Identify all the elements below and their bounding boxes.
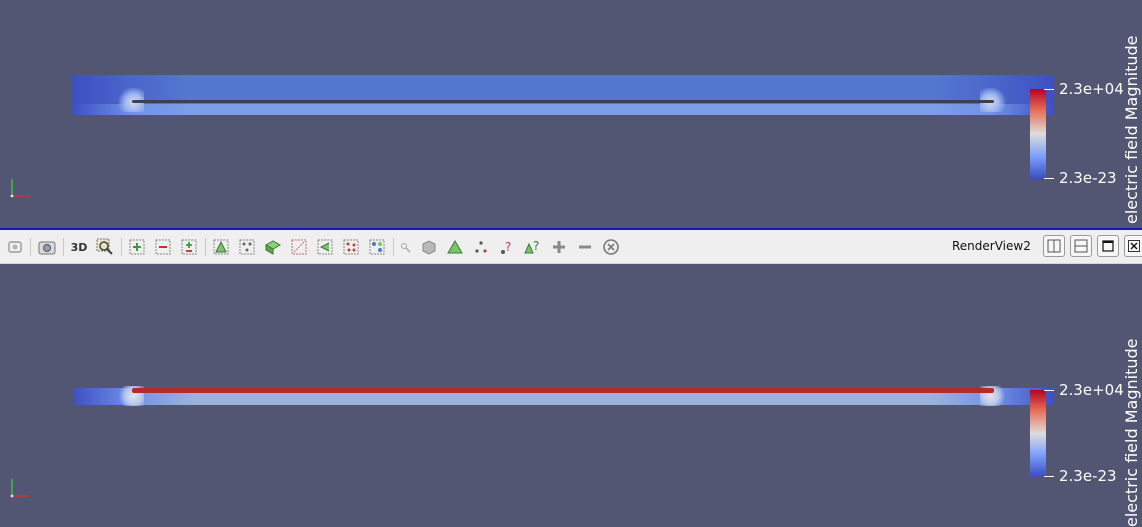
colorbar-title: electric field Magnitude: [1122, 338, 1141, 527]
screenshot-icon[interactable]: [37, 237, 57, 257]
close-icon[interactable]: [1124, 235, 1142, 257]
colorbar-min-label: 2.3e-23: [1059, 169, 1117, 187]
render-view-1[interactable]: 2.3e+04 2.3e-23 electric field Magnitude: [0, 0, 1142, 228]
toolbar-separator: [121, 238, 122, 256]
toolbar-separator: [63, 238, 64, 256]
svg-text:?: ?: [505, 240, 511, 254]
maximize-icon[interactable]: [1097, 235, 1119, 257]
select-points-on-icon[interactable]: [153, 237, 173, 257]
subtract-selection-icon[interactable]: [575, 237, 595, 257]
zoom-to-box-icon[interactable]: [95, 237, 115, 257]
hover-points-icon[interactable]: [341, 237, 361, 257]
colorbar-max-label: 2.3e+04: [1059, 80, 1124, 98]
view-toolbar: 3D ? ? RenderView2: [0, 230, 1142, 264]
colorbar-max-label: 2.3e+04: [1059, 381, 1124, 399]
toolbar-separator: [205, 238, 206, 256]
electrode-plate: [132, 100, 994, 103]
colorbar-min-tick: [1044, 476, 1054, 477]
find-data-icon[interactable]: ?: [497, 237, 517, 257]
split-vertical-icon[interactable]: [1070, 235, 1092, 257]
hover-cells-icon[interactable]: [367, 237, 387, 257]
colorbar: [1030, 89, 1046, 179]
interactive-select-cells-icon[interactable]: [289, 237, 309, 257]
toggle-3d-label: 3D: [70, 240, 88, 254]
render-view-2[interactable]: 2.3e+04 2.3e-23 electric field Magnitude: [0, 264, 1142, 527]
field-gradient-lower: [72, 104, 1054, 115]
colorbar-min-tick: [1044, 178, 1054, 179]
toolbar-separator: [393, 238, 394, 256]
grow-selection-icon[interactable]: [395, 237, 415, 257]
colorbar-min-label: 2.3e-23: [1059, 467, 1117, 485]
split-horizontal-icon[interactable]: [1043, 235, 1065, 257]
select-blocks-icon[interactable]: [263, 237, 283, 257]
plot-selection-icon[interactable]: [471, 237, 491, 257]
select-cells-through-icon[interactable]: [179, 237, 199, 257]
colorbar-title: electric field Magnitude: [1122, 35, 1141, 224]
select-polygon-icon[interactable]: [237, 237, 257, 257]
select-cells-on-icon[interactable]: [127, 237, 147, 257]
interactive-select-points-icon[interactable]: [315, 237, 335, 257]
query-selection-icon[interactable]: ?: [523, 237, 543, 257]
orientation-axes-icon: [10, 179, 30, 198]
colorbar: [1030, 390, 1046, 477]
add-selection-icon[interactable]: [549, 237, 569, 257]
clear-selection-icon[interactable]: [601, 237, 621, 257]
colorbar-max-tick: [1044, 390, 1054, 391]
colorbar-max-tick: [1044, 89, 1054, 90]
svg-text:?: ?: [533, 239, 539, 253]
view-name-label: RenderView2: [952, 239, 1031, 253]
shrink-selection-icon[interactable]: [419, 237, 439, 257]
orientation-axes-icon: [10, 479, 30, 498]
reset-session-icon[interactable]: [5, 237, 25, 257]
toolbar-separator: [30, 238, 31, 256]
select-points-through-icon[interactable]: [211, 237, 231, 257]
toggle-3d-button[interactable]: 3D: [69, 237, 89, 257]
extract-selection-icon[interactable]: [445, 237, 465, 257]
electrode-plate-high-field: [132, 388, 994, 393]
